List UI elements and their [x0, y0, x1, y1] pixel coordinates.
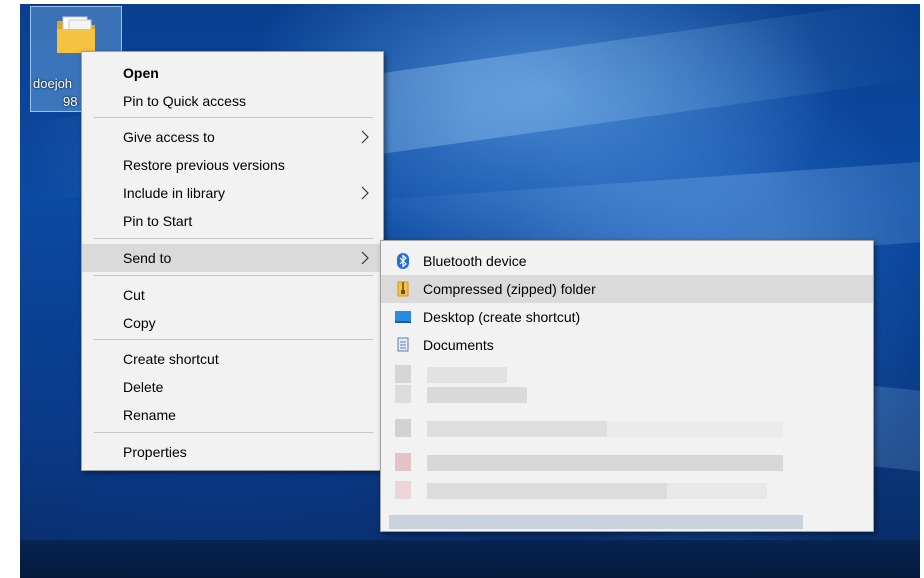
menu-item-give-access[interactable]: Give access to	[82, 123, 383, 151]
bluetooth-icon	[397, 253, 409, 269]
send-to-label: Bluetooth device	[423, 253, 527, 269]
menu-item-label: Send to	[123, 250, 172, 266]
menu-separator	[94, 275, 373, 276]
menu-separator	[94, 432, 373, 433]
desktop-icon	[395, 311, 411, 323]
send-to-desktop[interactable]: Desktop (create shortcut)	[381, 303, 873, 331]
menu-item-rename[interactable]: Rename	[82, 401, 383, 429]
send-to-bluetooth[interactable]: Bluetooth device	[381, 247, 873, 275]
menu-item-pin-start[interactable]: Pin to Start	[82, 207, 383, 235]
chevron-right-icon	[361, 186, 369, 200]
send-to-compressed-folder[interactable]: Compressed (zipped) folder	[381, 275, 873, 303]
menu-item-delete[interactable]: Delete	[82, 373, 383, 401]
documents-icon	[397, 337, 409, 352]
menu-separator	[94, 339, 373, 340]
context-menu: Open Pin to Quick access Give access to …	[81, 51, 384, 471]
send-to-label: Desktop (create shortcut)	[423, 309, 581, 325]
desktop-folder-label-line1: doejoh	[33, 76, 73, 91]
menu-item-label: Include in library	[123, 185, 225, 201]
folder-icon	[57, 16, 95, 53]
menu-item-pin-quick-access[interactable]: Pin to Quick access	[82, 87, 383, 115]
zip-folder-icon	[397, 281, 409, 297]
menu-item-include-library[interactable]: Include in library	[82, 179, 383, 207]
menu-separator	[94, 238, 373, 239]
taskbar	[20, 540, 920, 578]
send-to-documents[interactable]: Documents	[381, 331, 873, 359]
send-to-submenu: Bluetooth device Compressed (zipped) fol…	[380, 240, 874, 532]
chevron-right-icon	[361, 130, 369, 144]
chevron-right-icon	[361, 251, 369, 265]
menu-item-label: Give access to	[123, 129, 215, 145]
menu-item-properties[interactable]: Properties	[82, 438, 383, 466]
menu-separator	[94, 117, 373, 118]
menu-item-create-shortcut[interactable]: Create shortcut	[82, 345, 383, 373]
send-to-label: Compressed (zipped) folder	[423, 281, 596, 297]
menu-item-copy[interactable]: Copy	[82, 309, 383, 337]
menu-item-open[interactable]: Open	[82, 59, 383, 87]
menu-item-cut[interactable]: Cut	[82, 281, 383, 309]
menu-item-send-to[interactable]: Send to	[82, 244, 383, 272]
send-to-label: Documents	[423, 337, 494, 353]
menu-item-restore-versions[interactable]: Restore previous versions	[82, 151, 383, 179]
